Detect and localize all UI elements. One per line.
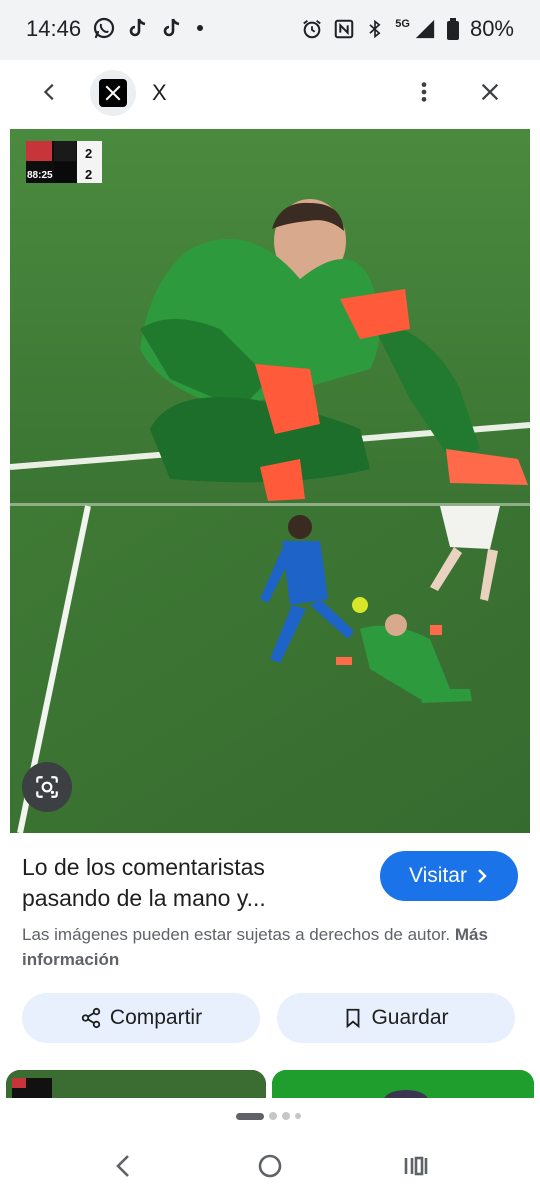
system-navigation-bar (0, 1136, 540, 1200)
football-photo: 88:25 2 2 (10, 129, 530, 833)
lens-search-button[interactable] (22, 762, 72, 812)
viewer-top-bar: X (0, 60, 540, 126)
nav-back-icon[interactable] (108, 1150, 140, 1182)
back-button[interactable] (30, 72, 70, 112)
close-icon (481, 83, 499, 101)
nav-recents-icon[interactable] (400, 1150, 432, 1182)
lens-icon (36, 776, 58, 798)
close-button[interactable] (470, 72, 510, 112)
status-bar: 14:46 5G 80% (0, 0, 540, 60)
chevron-right-icon (478, 869, 487, 883)
copyright-notice: Las imágenes pueden estar sujetas a dere… (22, 922, 492, 972)
tiktok-icon (163, 18, 180, 37)
alarm-icon (303, 20, 322, 39)
save-button[interactable]: Guardar (277, 993, 515, 1043)
chevron-left-icon (43, 83, 54, 101)
x-logo-icon (99, 79, 127, 107)
nfc-icon (335, 19, 354, 39)
related-image-thumbnail[interactable] (6, 1070, 266, 1098)
whatsapp-icon (93, 17, 115, 39)
page-indicator (236, 1112, 301, 1120)
copyright-text: Las imágenes pueden estar sujetas a dere… (22, 925, 451, 944)
notification-icons (92, 16, 206, 40)
result-title[interactable]: Lo de los comentaristas pasando de la ma… (22, 852, 352, 914)
site-name[interactable]: X (152, 80, 167, 106)
page-dot (295, 1113, 301, 1119)
site-favicon[interactable] (90, 70, 136, 116)
tiktok-icon (129, 18, 146, 37)
result-image[interactable]: 88:25 2 2 (10, 129, 530, 833)
page-dot-active (236, 1112, 264, 1120)
network-type: 5G (395, 18, 410, 30)
visit-button[interactable]: Visitar (380, 851, 518, 901)
share-label: Compartir (109, 1006, 203, 1029)
status-time: 14:46 (26, 16, 82, 41)
more-vert-icon (421, 82, 427, 102)
page-dot (269, 1112, 277, 1120)
score-away: 2 (85, 167, 92, 182)
battery-percent: 80% (469, 16, 514, 41)
save-label: Guardar (371, 1006, 449, 1029)
dot-icon (197, 25, 203, 31)
page-dot (282, 1112, 290, 1120)
related-image-thumbnail[interactable] (272, 1070, 534, 1098)
score-home: 2 (85, 146, 92, 161)
visit-label: Visitar (409, 864, 467, 887)
nav-home-icon[interactable] (254, 1150, 286, 1182)
battery-icon (446, 18, 459, 40)
scoreboard-time: 88:25 (27, 170, 53, 181)
signal-icon (415, 19, 435, 39)
share-icon (81, 1007, 101, 1029)
share-button[interactable]: Compartir (22, 993, 260, 1043)
more-options-button[interactable] (404, 72, 444, 112)
bookmark-icon (347, 1008, 360, 1029)
related-images (0, 1070, 540, 1098)
scoreboard: 88:25 2 2 (26, 141, 102, 183)
system-icons: 5G 80% (301, 16, 514, 42)
bluetooth-icon (369, 19, 381, 39)
